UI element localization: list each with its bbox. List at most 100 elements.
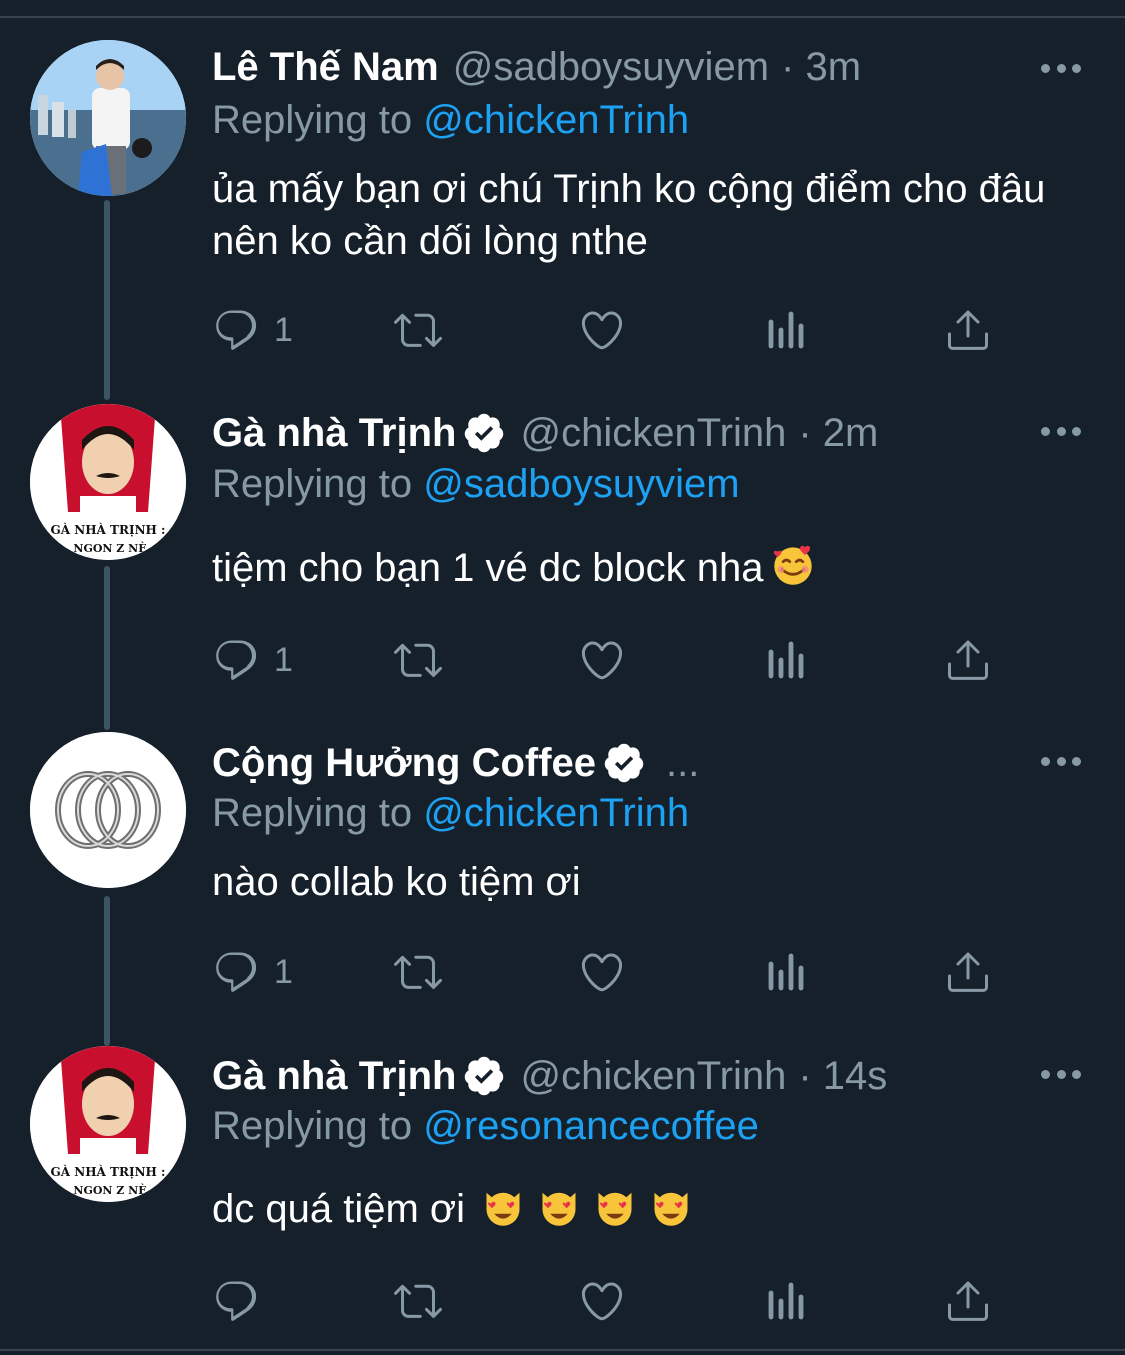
- reply-count: 1: [274, 952, 293, 991]
- replying-label: Replying to: [212, 791, 413, 835]
- svg-text:GÀ NHÀ TRỊNH :: GÀ NHÀ TRỊNH :: [51, 1164, 166, 1179]
- display-name[interactable]: Gà nhà Trịnh: [212, 1054, 456, 1099]
- mention-link[interactable]: @sadboysuyviem: [423, 462, 739, 506]
- smiling-face-with-hearts-icon: [771, 543, 815, 587]
- like-button[interactable]: [578, 947, 626, 997]
- analytics-button[interactable]: [762, 947, 810, 997]
- analytics-icon: [762, 1277, 810, 1325]
- replying-to: Replying to @sadboysuyviem: [212, 462, 740, 507]
- timestamp[interactable]: · 14s: [798, 1054, 887, 1099]
- like-button[interactable]: [578, 635, 626, 685]
- replying-label: Replying to: [212, 1104, 413, 1148]
- display-name[interactable]: Gà nhà Trịnh: [212, 411, 456, 456]
- display-name[interactable]: Lê Thế Nam: [212, 45, 439, 90]
- heart-eyes-cat-icon: [649, 1184, 693, 1228]
- svg-text:GÀ NHÀ TRỊNH :: GÀ NHÀ TRỊNH :: [51, 522, 166, 537]
- share-button[interactable]: [944, 947, 992, 997]
- like-icon: [578, 948, 626, 996]
- replying-to: Replying to @chickenTrinh: [212, 98, 689, 143]
- avatar[interactable]: [30, 732, 186, 888]
- like-icon: [578, 1277, 626, 1325]
- top-divider: [0, 16, 1125, 18]
- retweet-icon: [394, 1277, 442, 1325]
- replying-to: Replying to @chickenTrinh: [212, 791, 689, 836]
- retweet-icon: [394, 636, 442, 684]
- more-icon[interactable]: [1041, 751, 1081, 771]
- analytics-icon: [762, 948, 810, 996]
- avatar-logo: GÀ NHÀ TRỊNH : NGON Z NÈ: [30, 404, 186, 560]
- user-handle[interactable]: @chickenTrinh: [520, 411, 786, 456]
- share-button[interactable]: [944, 1276, 992, 1326]
- analytics-icon: [762, 636, 810, 684]
- thread-line: [104, 200, 110, 400]
- share-icon: [944, 1277, 992, 1325]
- analytics-button[interactable]: [762, 305, 810, 355]
- heart-eyes-cat-icon: [593, 1184, 637, 1228]
- like-icon: [578, 636, 626, 684]
- analytics-icon: [762, 306, 810, 354]
- more-icon[interactable]: [1041, 421, 1081, 441]
- reply-icon: [212, 1277, 260, 1325]
- tweet-text: nào collab ko tiệm ơi: [212, 860, 581, 904]
- avatar-logo: [30, 732, 186, 888]
- replying-to: Replying to @resonancecoffee: [212, 1104, 759, 1149]
- reply-button[interactable]: 1: [212, 305, 293, 355]
- avatar[interactable]: [30, 40, 186, 196]
- thread-line: [104, 566, 110, 730]
- like-button[interactable]: [578, 305, 626, 355]
- heart-eyes-cat-icon: [537, 1184, 581, 1228]
- share-button[interactable]: [944, 635, 992, 685]
- tweet-text: tiệm cho bạn 1 vé dc block nha: [212, 542, 1072, 594]
- retweet-button[interactable]: [394, 305, 442, 355]
- reply-button[interactable]: 1: [212, 635, 293, 685]
- reply-button[interactable]: [212, 1276, 274, 1326]
- reply-icon: [212, 948, 260, 996]
- user-handle[interactable]: ...: [666, 741, 699, 786]
- mention-link[interactable]: @chickenTrinh: [423, 791, 689, 835]
- share-button[interactable]: [944, 305, 992, 355]
- display-name[interactable]: Cộng Hưởng Coffee: [212, 741, 596, 786]
- verified-badge-icon: [462, 1054, 506, 1098]
- retweet-button[interactable]: [394, 947, 442, 997]
- share-icon: [944, 636, 992, 684]
- mention-link[interactable]: @chickenTrinh: [423, 98, 689, 142]
- action-bar: 1: [212, 635, 1012, 685]
- action-bar: 1: [212, 947, 1012, 997]
- reply-icon: [212, 636, 260, 684]
- reply-count: 1: [274, 310, 293, 349]
- replying-label: Replying to: [212, 462, 413, 506]
- like-button[interactable]: [578, 1276, 626, 1326]
- more-icon[interactable]: [1041, 1064, 1081, 1084]
- timestamp[interactable]: · 3m: [781, 45, 861, 90]
- avatar[interactable]: GÀ NHÀ TRỊNH : NGON Z NÈ: [30, 1046, 186, 1202]
- user-handle[interactable]: @sadboysuyviem: [453, 45, 769, 90]
- reply-button[interactable]: 1: [212, 947, 293, 997]
- like-icon: [578, 306, 626, 354]
- retweet-button[interactable]: [394, 635, 442, 685]
- avatar-logo: GÀ NHÀ TRỊNH : NGON Z NÈ: [30, 1046, 186, 1202]
- verified-badge-icon: [462, 411, 506, 455]
- retweet-button[interactable]: [394, 1276, 442, 1326]
- analytics-button[interactable]: [762, 1276, 810, 1326]
- reply-icon: [212, 306, 260, 354]
- tweet-text: ủa mấy bạn ơi chú Trịnh ko cộng điểm cho…: [212, 167, 1046, 263]
- user-handle[interactable]: @chickenTrinh: [520, 1054, 786, 1099]
- tweet-text-content: dc quá tiệm ơi: [212, 1187, 466, 1231]
- avatar[interactable]: GÀ NHÀ TRỊNH : NGON Z NÈ: [30, 404, 186, 560]
- svg-text:NGON Z NÈ: NGON Z NÈ: [73, 1183, 146, 1197]
- share-icon: [944, 306, 992, 354]
- more-icon[interactable]: [1041, 58, 1081, 78]
- thread-line: [104, 896, 110, 1046]
- analytics-button[interactable]: [762, 635, 810, 685]
- tweet-text: dc quá tiệm ơi: [212, 1183, 1072, 1235]
- action-bar: [212, 1276, 1012, 1326]
- mention-link[interactable]: @resonancecoffee: [423, 1104, 759, 1148]
- reply-count: 1: [274, 640, 293, 679]
- timestamp[interactable]: · 2m: [798, 411, 878, 456]
- avatar-photo: [30, 40, 186, 196]
- replying-label: Replying to: [212, 98, 413, 142]
- tweet-text-content: tiệm cho bạn 1 vé dc block nha: [212, 546, 764, 590]
- bottom-divider: [0, 1349, 1125, 1351]
- retweet-icon: [394, 306, 442, 354]
- verified-badge-icon: [602, 741, 646, 785]
